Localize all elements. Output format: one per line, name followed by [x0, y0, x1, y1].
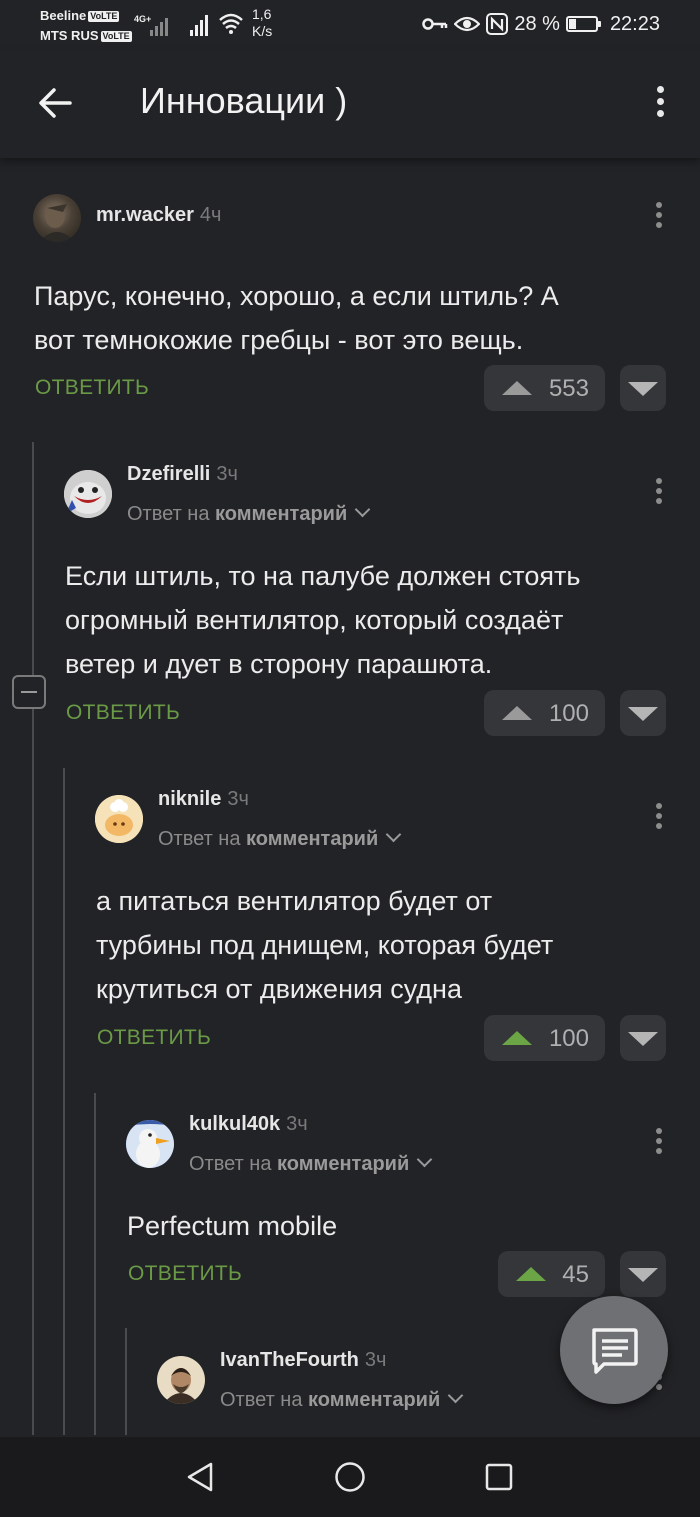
system-nav-bar: [0, 1437, 700, 1517]
nfc-icon: [486, 13, 509, 35]
network-speed: 1,6 K/s: [252, 6, 272, 40]
carrier-1: Beeline: [40, 8, 87, 23]
volte-badge: VoLTE: [100, 31, 132, 43]
battery-icon: [565, 16, 601, 32]
battery-percent: 28 %: [514, 12, 560, 35]
carrier-2: MTS RUS: [40, 28, 99, 43]
clock: 22:23: [609, 12, 660, 35]
avatar[interactable]: [157, 1356, 205, 1404]
comment-icon: [592, 1328, 638, 1374]
write-comment-button[interactable]: [560, 1296, 668, 1404]
comment-author[interactable]: IvanTheFourth 3ч: [220, 1349, 386, 1372]
back-arrow-icon[interactable]: [36, 84, 74, 122]
speed-value: 1,6: [252, 6, 272, 22]
page-title: Инновации ): [140, 80, 348, 121]
comment-time: 3ч: [364, 1349, 387, 1371]
signal-icons: 4G+: [134, 10, 244, 43]
carrier-info: Beeline VoLTE MTS RUS VoLTE: [40, 6, 132, 46]
nav-back-icon[interactable]: [185, 1461, 215, 1493]
comment-feed[interactable]: mr.wacker 4ч Парус, конечно, хорошо, а ес…: [0, 160, 700, 1435]
app-bar: Инновации ): [0, 50, 700, 158]
nav-recent-apps-icon[interactable]: [484, 1462, 514, 1492]
network-type-text: 4G+: [134, 14, 151, 24]
status-bar: Beeline VoLTE MTS RUS VoLTE 4G+ 1,6 K/s 28…: [0, 0, 700, 50]
reply-to-link[interactable]: Ответ на комментарий: [220, 1387, 464, 1412]
signal-strength-icon: 4G+: [134, 13, 243, 36]
status-right: 28 % 22:23: [422, 10, 660, 38]
key-icon: [422, 18, 448, 30]
more-menu-icon[interactable]: [650, 86, 670, 122]
volte-badge: VoLTE: [88, 11, 120, 23]
comment-item: IvanTheFourth 3ч Ответ на комментарий: [0, 160, 700, 1435]
chevron-down-icon: [447, 1387, 464, 1404]
speed-unit: K/s: [252, 23, 273, 39]
eye-icon: [454, 16, 481, 32]
nav-home-icon[interactable]: [334, 1461, 366, 1493]
